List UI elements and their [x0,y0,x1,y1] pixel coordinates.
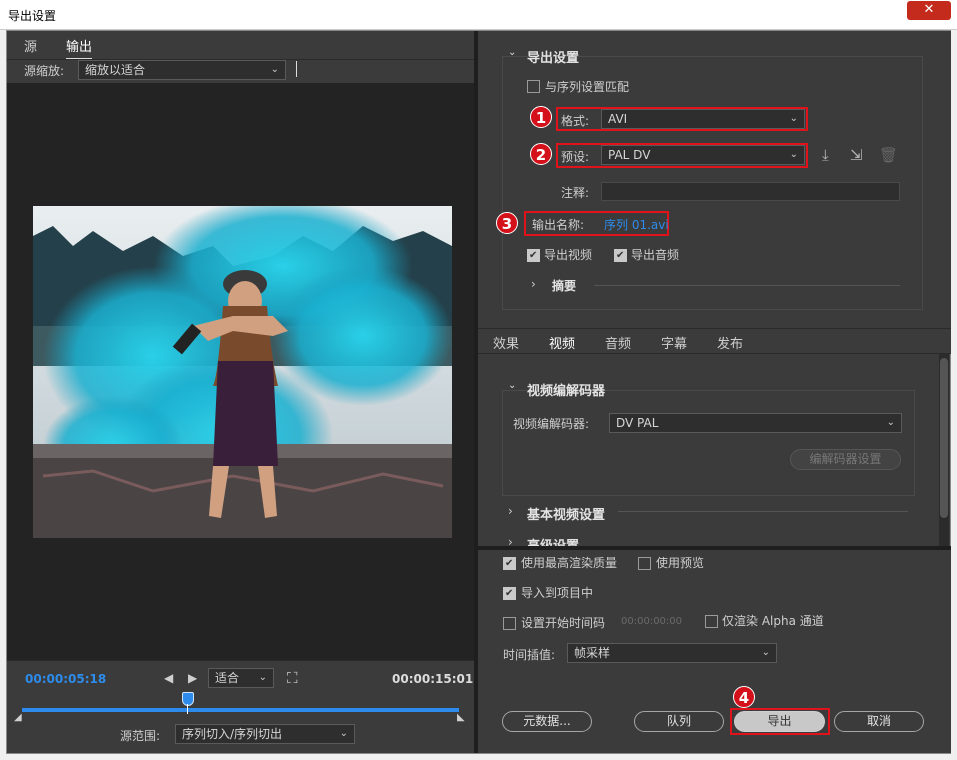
preset-dropdown[interactable]: PAL DV ⌄ [601,145,805,165]
export-button[interactable]: 导出 [734,711,825,732]
basic-video-settings-title[interactable]: 基本视频设置 [527,504,605,523]
max-render-quality-checkbox[interactable] [503,557,516,570]
collapse-chevron-icon[interactable]: ⌄ [508,380,516,391]
chevron-down-icon: ⌄ [258,672,267,683]
export-settings-title: 导出设置 [527,51,580,66]
use-previews-checkbox[interactable] [638,557,651,570]
playhead-handle[interactable] [182,692,194,706]
close-button[interactable]: ✕ [907,1,951,20]
comments-label: 注释: [561,186,590,200]
queue-button[interactable]: 队列 [634,711,724,732]
output-name-link[interactable]: 序列 01.avi [604,216,669,233]
export-audio-checkbox[interactable] [614,249,627,262]
summary-title[interactable]: 摘要 [552,277,576,294]
tab-captions[interactable]: 字幕 [661,333,687,352]
output-name-label: 输出名称: [532,218,585,232]
text-cursor [296,61,297,77]
badge-4: 4 [733,686,755,708]
interpolation-value: 帧采样 [574,646,611,660]
set-start-timecode-label: 设置开始时间码 [521,616,606,630]
video-codec-dropdown[interactable]: DV PAL ⌄ [609,413,902,433]
window-title: 导出设置 [8,9,57,23]
preview-image [33,206,452,538]
export-video-label: 导出视频 [544,248,593,262]
scrollbar-thumb[interactable] [940,358,948,518]
tab-source[interactable]: 源 [24,36,37,55]
import-into-project-label: 导入到项目中 [521,586,594,600]
max-render-quality-label: 使用最高渲染质量 [521,556,618,570]
chevron-down-icon: ⌄ [789,149,798,160]
current-timecode[interactable]: 00:00:05:18 [25,672,106,686]
zoom-dropdown[interactable]: 缩放以适合 ⌄ [78,60,286,80]
in-point-icon[interactable]: ◢ [14,712,22,723]
interpolation-label: 时间插值: [503,648,556,662]
expand-chevron-icon[interactable]: › [531,277,536,291]
video-codec-label: 视频编解码器: [513,417,590,431]
fit-value: 适合 [215,671,240,685]
comments-field[interactable] [601,182,900,201]
preset-value: PAL DV [608,148,651,162]
import-preset-icon[interactable]: ⇲ [850,146,863,164]
save-preset-icon[interactable]: ⤓ [822,146,829,164]
out-point-icon[interactable]: ◣ [457,712,465,723]
basic-settings-divider [618,511,908,512]
expand-chevron-icon[interactable]: › [508,535,513,546]
delete-preset-icon[interactable]: 🗑 [879,146,898,164]
metadata-button[interactable]: 元数据... [502,711,592,732]
timeline-range-bar[interactable] [22,708,459,712]
export-video-checkbox[interactable] [527,249,540,262]
format-label: 格式: [561,114,590,128]
codec-settings-button[interactable]: 编解码器设置 [790,449,901,470]
chevron-down-icon: ⌄ [761,647,770,658]
advanced-settings-title[interactable]: 高级设置 [527,535,579,546]
fit-dropdown[interactable]: 适合 ⌄ [208,668,274,688]
video-codec-value: DV PAL [616,416,659,430]
chevron-down-icon: ⌄ [270,64,279,75]
badge-1: 1 [530,106,552,128]
source-range-label: 源范围: [120,729,161,743]
match-sequence-checkbox[interactable] [527,80,540,93]
chevron-down-icon: ⌄ [886,417,895,428]
tab-output[interactable]: 输出 [66,36,93,60]
source-range-value: 序列切入/序列切出 [182,727,283,741]
start-timecode-value[interactable]: 00:00:00:00 [621,616,682,627]
end-timecode: 00:00:15:01 [392,672,474,686]
video-codec-title: 视频编解码器 [527,384,606,399]
video-settings-area: ⌄ 视频编解码器 视频编解码器: DV PAL ⌄ 编解码器设置 › 基本视频设… [478,354,939,546]
import-into-project-checkbox[interactable] [503,587,516,600]
render-alpha-checkbox[interactable] [705,615,718,628]
badge-2: 2 [530,143,552,165]
tab-effects[interactable]: 效果 [493,333,519,352]
summary-divider [594,285,900,286]
video-codec-group [502,390,915,496]
collapse-chevron-icon[interactable]: ⌄ [508,47,516,58]
step-back-icon[interactable]: ◀ [164,671,173,685]
step-forward-icon[interactable]: ▶ [188,671,197,685]
expand-chevron-icon[interactable]: › [508,504,513,518]
tab-publish[interactable]: 发布 [717,333,743,352]
format-value: AVI [608,112,628,126]
match-sequence-label: 与序列设置匹配 [545,80,630,94]
badge-3: 3 [496,212,518,234]
use-previews-label: 使用预览 [656,556,705,570]
interpolation-dropdown[interactable]: 帧采样 ⌄ [567,643,777,663]
window-titlebar: 导出设置 ✕ [0,0,957,30]
playhead-line [187,704,188,714]
source-range-dropdown[interactable]: 序列切入/序列切出 ⌄ [175,724,355,744]
preset-label: 预设: [561,150,590,164]
export-audio-label: 导出音频 [631,248,680,262]
format-dropdown[interactable]: AVI ⌄ [601,109,805,129]
chevron-down-icon: ⌄ [339,728,348,739]
chevron-down-icon: ⌄ [789,113,798,124]
crop-icon[interactable]: ⛶ [287,669,298,687]
zoom-value: 缩放以适合 [85,63,146,77]
set-start-timecode-checkbox[interactable] [503,617,516,630]
zoom-label: 源缩放: [24,64,65,78]
render-alpha-label: 仅渲染 Alpha 通道 [722,614,824,628]
tab-audio[interactable]: 音频 [605,333,631,352]
cancel-button[interactable]: 取消 [834,711,924,732]
